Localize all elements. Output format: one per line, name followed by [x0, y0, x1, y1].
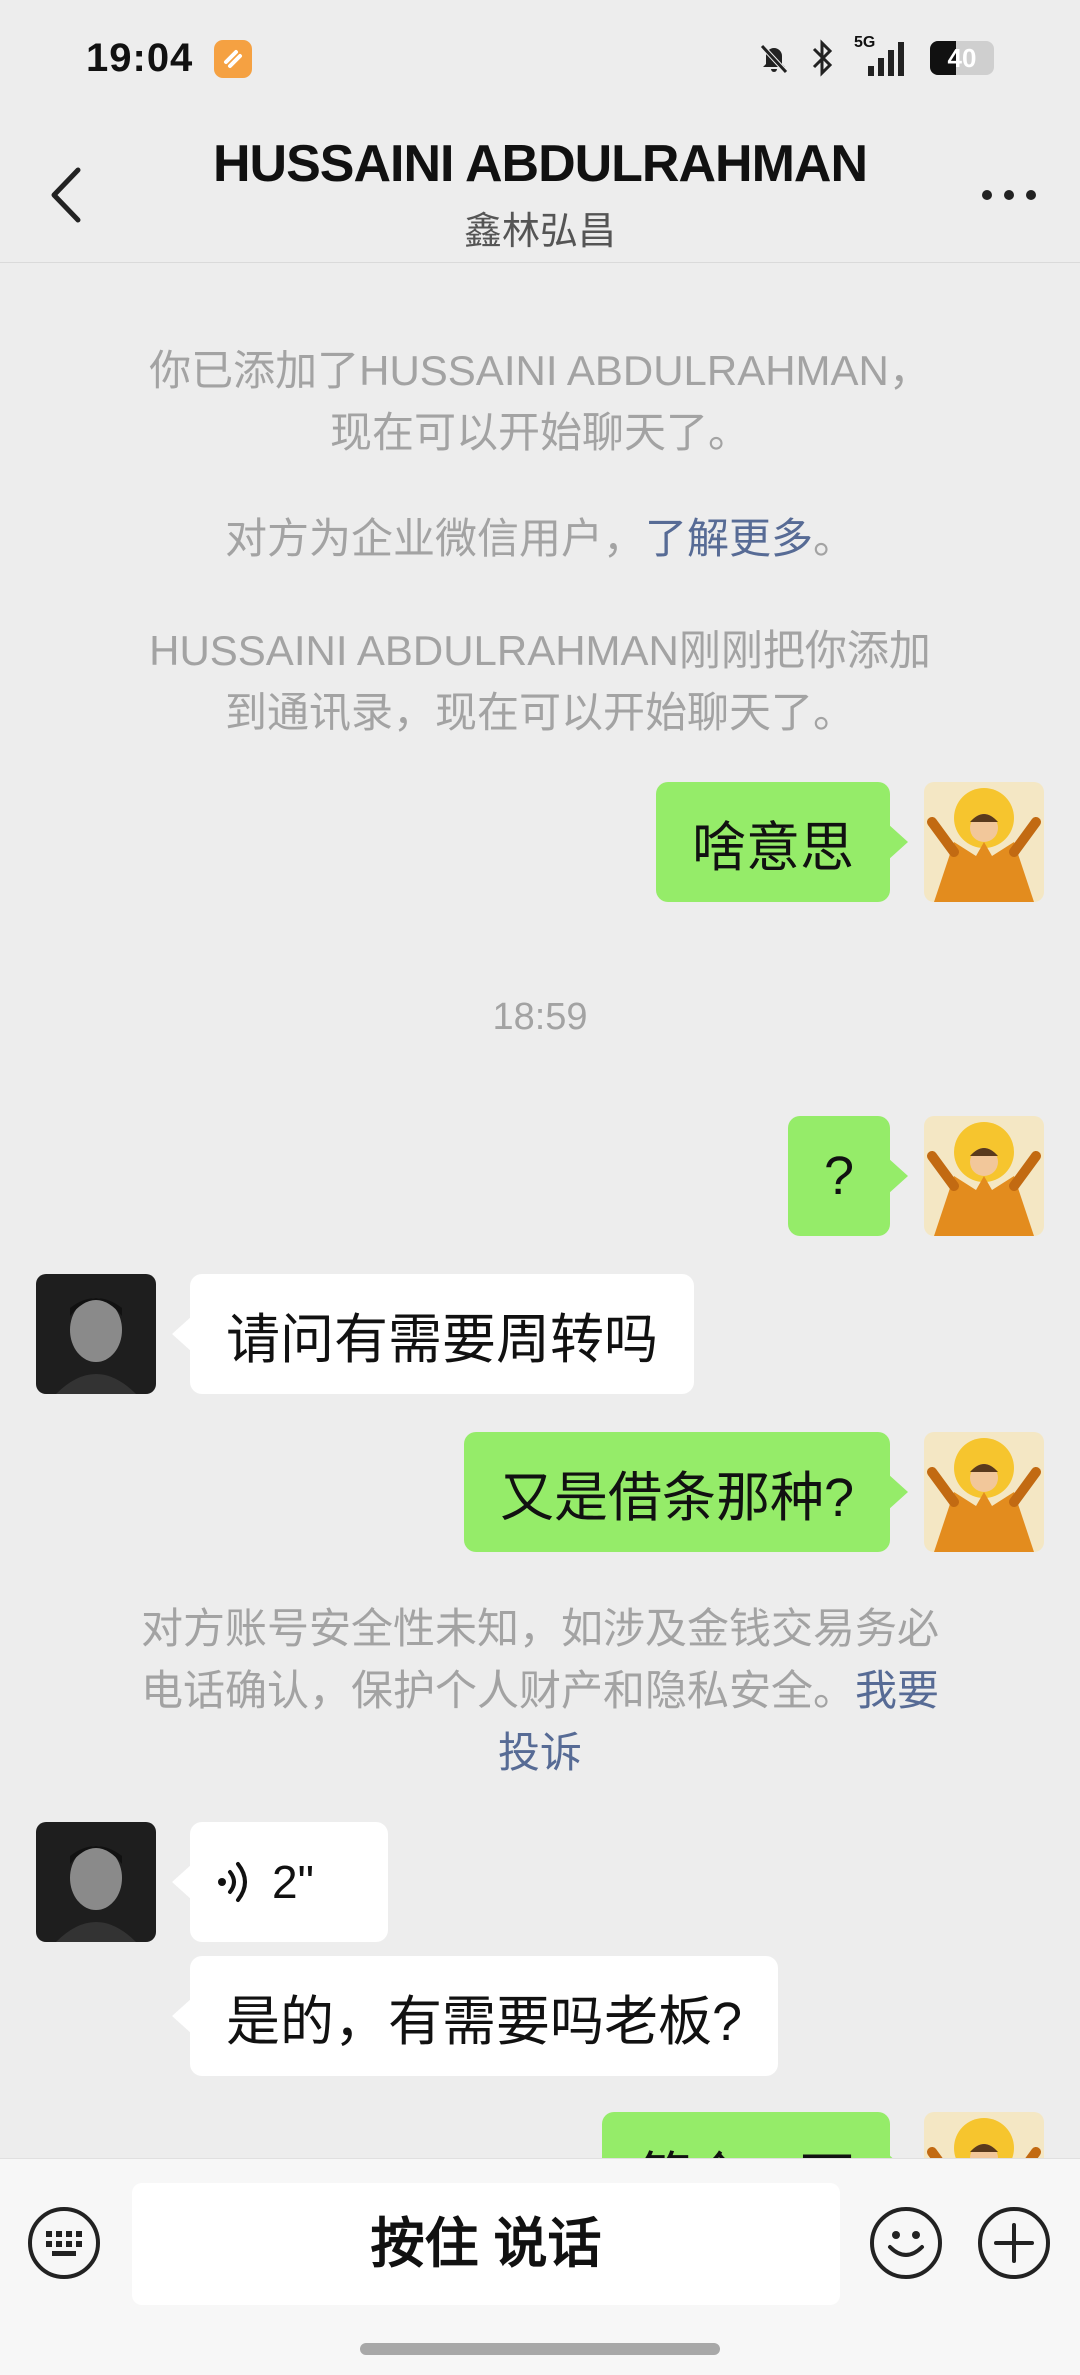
voice-duration: 2" — [272, 1856, 314, 1908]
message-bubble-incoming[interactable]: 请问有需要周转吗 — [172, 1274, 694, 1394]
chat-title: HUSSAINI ABDULRAHMAN — [212, 135, 868, 193]
input-bar: 按住 说话 — [0, 2158, 1080, 2375]
emoji-icon — [888, 2231, 924, 2257]
status-icons: 5G 40 — [756, 34, 994, 80]
my-avatar[interactable] — [924, 1116, 1044, 1236]
more-button[interactable] — [974, 180, 1044, 210]
system-message-added: 你已添加了HUSSAINI ABDULRAHMAN， 现在可以开始聊天了。 — [149, 347, 931, 456]
system-message-added-you: HUSSAINI ABDULRAHMAN刚刚把你添加 到通讯录，现在可以开始聊天… — [149, 627, 931, 736]
chat-subtitle: 鑫林弘昌 — [463, 211, 616, 253]
more-functions-button[interactable] — [978, 2207, 1050, 2279]
message-bubble-outgoing[interactable]: ? — [787, 1116, 909, 1236]
system-message-enterprise: 对方为企业微信用户，了解更多。 — [224, 515, 856, 562]
home-indicator[interactable] — [360, 2343, 720, 2355]
message-bubble-incoming[interactable]: 是的，有需要吗老板? — [171, 1956, 779, 2076]
learn-more-link[interactable]: 了解更多 — [645, 515, 813, 562]
contact-avatar[interactable] — [36, 1822, 156, 1942]
status-time: 19:04 — [86, 36, 194, 80]
report-link[interactable]: 我要 — [855, 1667, 939, 1714]
chat-header: HUSSAINI ABDULRAHMAN 鑫林弘昌 — [0, 120, 1080, 263]
contact-avatar[interactable] — [36, 1274, 156, 1394]
bluetooth-icon — [812, 39, 833, 77]
my-avatar[interactable] — [924, 782, 1044, 902]
signal-icon: 5G — [854, 34, 914, 78]
system-message-security-warning: 对方账号安全性未知，如涉及金钱交易务必 电话确认，保护个人财产和隐私安全。我要 … — [80, 1598, 1000, 1784]
battery-icon: 40 — [930, 41, 994, 75]
chat-timestamp: 18:59 — [492, 996, 588, 1038]
voice-message-bubble[interactable]: 2" — [172, 1822, 388, 1942]
keyboard-toggle-button[interactable] — [28, 2207, 100, 2279]
voice-wave-icon — [218, 1862, 247, 1902]
message-bubble-outgoing[interactable]: 又是借条那种? — [463, 1432, 909, 1552]
my-avatar[interactable] — [924, 1432, 1044, 1552]
emoji-button[interactable] — [870, 2207, 942, 2279]
keyboard-icon — [46, 2231, 82, 2256]
app-notification-icon — [214, 40, 252, 78]
status-bar: 19:04 5G 40 — [0, 0, 1080, 120]
hold-to-talk-button[interactable]: 按住 说话 — [132, 2183, 840, 2305]
battery-level: 40 — [947, 43, 977, 73]
mute-bell-icon — [760, 44, 788, 74]
report-link-continued[interactable]: 投诉 — [80, 1722, 1000, 1784]
plus-icon — [994, 2223, 1034, 2263]
more-icon — [982, 190, 992, 200]
message-bubble-outgoing[interactable]: 啥意思 — [656, 782, 908, 902]
